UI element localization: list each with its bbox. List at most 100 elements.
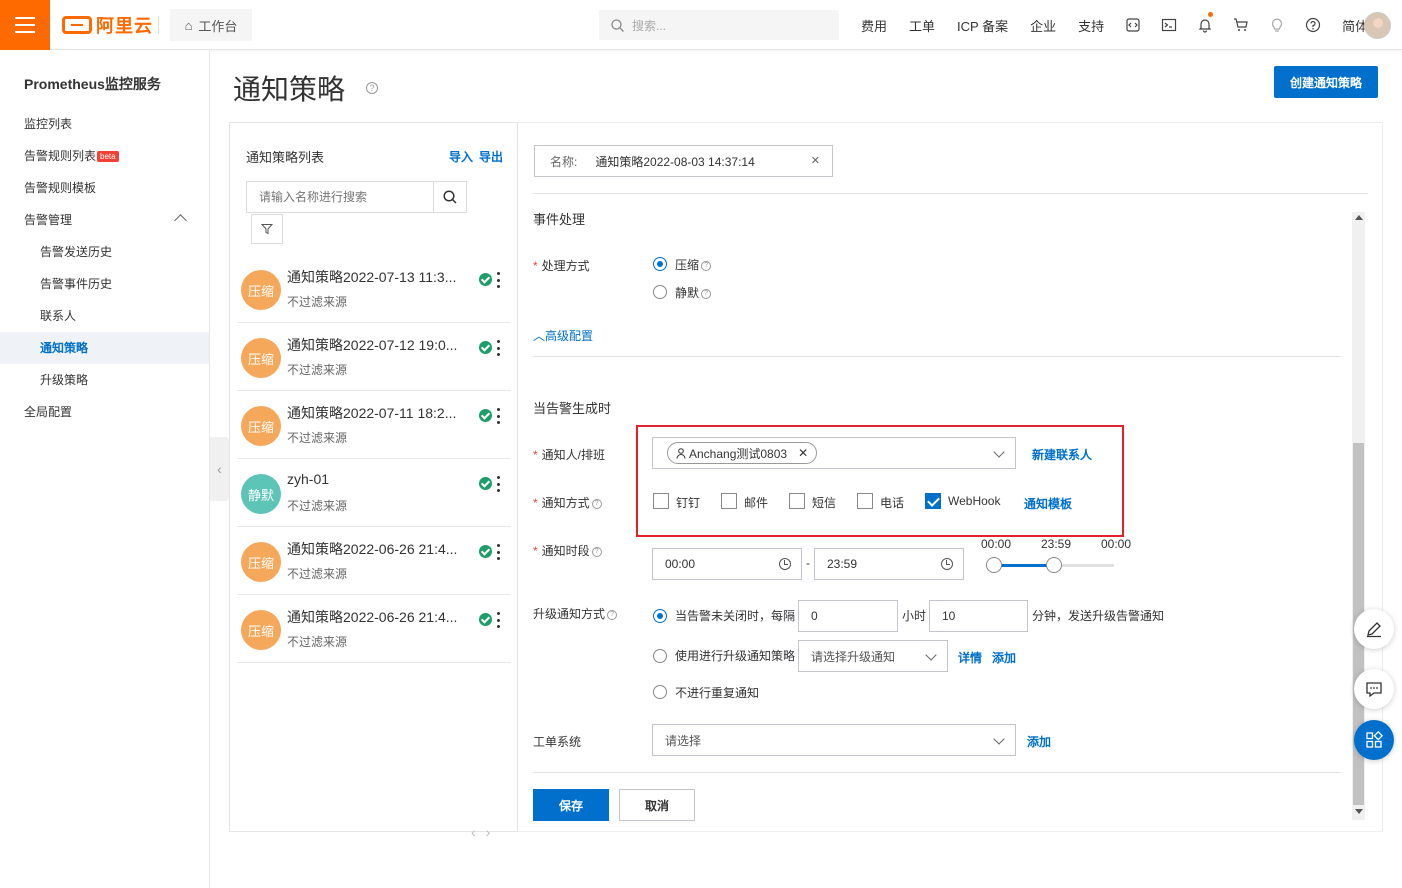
- policy-source: 不过滤来源: [287, 295, 348, 309]
- policy-list-panel: 通知策略列表 导入 导出 压缩 通知策略2022-07-13 11:3... 不…: [229, 122, 518, 832]
- lightbulb-icon[interactable]: [1259, 0, 1295, 50]
- import-link[interactable]: 导入: [449, 148, 473, 165]
- sidebar-item-alert-rules[interactable]: 告警规则列表 beta: [0, 140, 209, 172]
- period-slider-handle-end[interactable]: [1045, 557, 1062, 573]
- policy-name-input[interactable]: 名称: 通知策略2022-08-03 14:37:14 ✕: [534, 145, 833, 177]
- policy-list-item[interactable]: 压缩 通知策略2022-07-13 11:3... 不过滤来源: [237, 255, 511, 323]
- title-help-icon[interactable]: ?: [366, 82, 378, 94]
- ticket-system-select[interactable]: 请选择: [652, 724, 1016, 756]
- clear-icon[interactable]: ✕: [811, 154, 820, 167]
- edit-float-button[interactable]: [1354, 609, 1394, 649]
- help-icon[interactable]: [1295, 0, 1331, 50]
- radio-silence[interactable]: [653, 285, 667, 299]
- nav-cost[interactable]: 费用: [850, 16, 898, 35]
- radio-escalate-interval[interactable]: [653, 609, 667, 623]
- more-options-icon[interactable]: [496, 340, 500, 356]
- sidebar-item-rule-templates[interactable]: 告警规则模板: [0, 172, 209, 204]
- sidebar-item-label: 通知策略: [40, 341, 89, 355]
- user-avatar[interactable]: [1364, 12, 1391, 39]
- policy-type-badge: 压缩: [241, 270, 281, 310]
- bell-icon[interactable]: [1187, 0, 1223, 50]
- policy-type-badge: 静默: [241, 474, 281, 514]
- radio-compress[interactable]: [653, 257, 667, 271]
- policy-list-inner: 通知策略列表 导入 导出 压缩 通知策略2022-07-13 11:3... 不…: [230, 123, 517, 831]
- more-options-icon[interactable]: [496, 544, 500, 560]
- advanced-config-toggle[interactable]: ︿高级配置: [533, 327, 593, 344]
- create-policy-button[interactable]: 创建通知策略: [1274, 66, 1378, 98]
- chat-float-button[interactable]: [1354, 669, 1394, 709]
- aliyun-logo[interactable]: 阿里云: [62, 14, 153, 36]
- slider-label-mid: 23:59: [1041, 537, 1072, 551]
- policy-list-title: 通知策略列表: [246, 150, 325, 165]
- beta-badge: beta: [97, 151, 119, 163]
- nav-support[interactable]: 支持: [1067, 16, 1115, 35]
- escalate-minutes-input[interactable]: 10: [929, 600, 1028, 632]
- filter-button[interactable]: [251, 214, 283, 244]
- nav-enterprise[interactable]: 企业: [1019, 16, 1067, 35]
- policy-source: 不过滤来源: [287, 499, 348, 513]
- help-icon: ?: [591, 498, 602, 509]
- period-end-input[interactable]: 23:59: [814, 548, 964, 580]
- sidebar-item-event-history[interactable]: 告警事件历史: [0, 268, 209, 300]
- policy-list-item[interactable]: 压缩 通知策略2022-07-12 19:0... 不过滤来源: [237, 323, 511, 391]
- policy-search-input[interactable]: [247, 182, 433, 212]
- scroll-down-arrow-icon[interactable]: [1355, 809, 1363, 814]
- search-icon: [611, 18, 624, 32]
- top-bar: 阿里云 ⌂ 工作台 搜索... 费用 工单 ICP 备案 企业 支持 简体: [0, 0, 1402, 50]
- apps-float-button[interactable]: [1354, 720, 1394, 760]
- export-link[interactable]: 导出: [479, 148, 503, 165]
- sidebar-item-global-config[interactable]: 全局配置: [0, 396, 209, 428]
- escalate-hours-input[interactable]: 0: [798, 600, 898, 632]
- period-slider-handle-start[interactable]: [986, 557, 1002, 573]
- sidebar-item-contacts[interactable]: 联系人: [0, 300, 209, 332]
- sidebar-collapse-handle[interactable]: ‹: [210, 437, 229, 501]
- policy-type-badge: 压缩: [241, 542, 281, 582]
- period-dash: -: [806, 556, 810, 570]
- policy-name: 通知策略2022-07-13 11:3...: [287, 269, 457, 285]
- escalate-add-link[interactable]: 添加: [992, 649, 1016, 666]
- slider-label-start: 00:00: [981, 537, 1012, 551]
- policy-list-item[interactable]: 压缩 通知策略2022-07-11 18:2... 不过滤来源: [237, 391, 511, 459]
- more-options-icon[interactable]: [496, 408, 500, 424]
- highlight-annotation-box: [636, 425, 1124, 537]
- escalate-policy-select[interactable]: 请选择升级通知: [798, 640, 948, 672]
- code-icon[interactable]: [1115, 0, 1151, 50]
- cart-icon[interactable]: [1223, 0, 1259, 50]
- more-options-icon[interactable]: [496, 272, 500, 288]
- clock-icon: [941, 558, 953, 570]
- list-pager-arrows[interactable]: ‹›: [471, 824, 500, 840]
- more-options-icon[interactable]: [496, 476, 500, 492]
- scroll-up-arrow-icon[interactable]: [1355, 215, 1363, 220]
- escalate-details-link[interactable]: 详情: [958, 649, 982, 666]
- name-value: 通知策略2022-08-03 14:37:14: [595, 154, 755, 169]
- policy-list-item[interactable]: 压缩 通知策略2022-06-26 21:4... 不过滤来源: [237, 595, 511, 663]
- import-export-links: 导入 导出: [449, 148, 503, 165]
- policy-search-button[interactable]: [433, 182, 466, 212]
- period-start-input[interactable]: 00:00: [652, 548, 802, 580]
- sidebar-item-monitor-list[interactable]: 监控列表: [0, 108, 209, 140]
- nav-ticket[interactable]: 工单: [898, 16, 946, 35]
- policy-list-item[interactable]: 静默 zyh-01 不过滤来源: [237, 459, 511, 527]
- terminal-icon[interactable]: [1151, 0, 1187, 50]
- workbench-button[interactable]: ⌂ 工作台: [170, 9, 252, 41]
- nav-icp[interactable]: ICP 备案: [946, 16, 1019, 35]
- help-icon: ?: [701, 260, 712, 271]
- save-button[interactable]: 保存: [533, 789, 609, 821]
- aliyun-logo-icon: [62, 16, 92, 34]
- more-options-icon[interactable]: [496, 612, 500, 628]
- global-search-input[interactable]: 搜索...: [599, 10, 839, 40]
- sidebar-item-escalation-policy[interactable]: 升级策略: [0, 364, 209, 396]
- sidebar-item-notify-policy[interactable]: 通知策略: [0, 332, 209, 364]
- radio-escalate-policy[interactable]: [653, 649, 667, 663]
- ticket-add-link[interactable]: 添加: [1027, 733, 1051, 750]
- sidebar-item-send-history[interactable]: 告警发送历史: [0, 236, 209, 268]
- radio-no-repeat[interactable]: [653, 685, 667, 699]
- sidebar-item-alert-management[interactable]: 告警管理: [0, 204, 209, 236]
- policy-name: 通知策略2022-07-12 19:0...: [287, 337, 458, 353]
- page-title: 通知策略: [233, 74, 346, 105]
- hamburger-menu-icon[interactable]: [0, 0, 50, 50]
- cancel-button[interactable]: 取消: [619, 789, 695, 821]
- chat-icon: [1366, 682, 1382, 698]
- policy-list-item[interactable]: 压缩 通知策略2022-06-26 21:4... 不过滤来源: [237, 527, 511, 595]
- no-repeat-label: 不进行重复通知: [675, 686, 760, 700]
